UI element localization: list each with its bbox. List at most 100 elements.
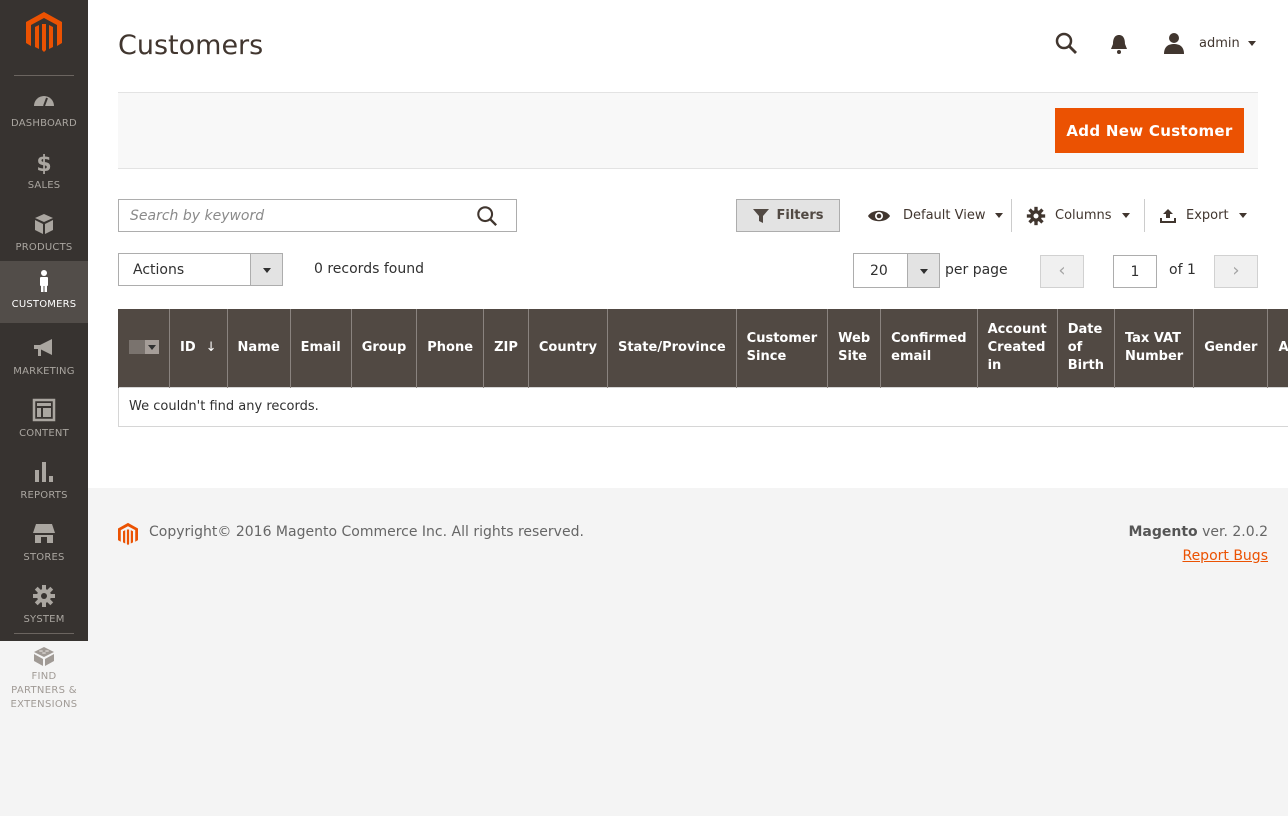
next-page-button[interactable]: ›	[1214, 255, 1258, 288]
columns-dropdown[interactable]: Columns	[1026, 199, 1130, 232]
gear-icon	[1026, 206, 1046, 225]
mass-actions-select[interactable]: Actions	[118, 253, 283, 286]
column-header-gender[interactable]: Gender	[1193, 309, 1269, 387]
column-header-tax-vat[interactable]: Tax VAT Number	[1113, 309, 1195, 387]
column-header-date-of-birth[interactable]: Date of Birth	[1056, 309, 1115, 387]
sidebar-item-content[interactable]: CONTENT	[0, 390, 88, 452]
copyright-text: Copyright© 2016 Magento Commerce Inc. Al…	[149, 524, 584, 540]
actions-toggle[interactable]	[250, 254, 282, 285]
empty-message: We couldn't find any records.	[117, 386, 1288, 427]
chevron-down-icon	[1238, 213, 1247, 218]
page-actions-bar: Add New Customer	[118, 92, 1258, 169]
sidebar-item-system[interactable]: SYSTEM	[0, 576, 88, 638]
actions-label: Actions	[133, 262, 185, 278]
sidebar-item-label: SALES	[27, 180, 61, 191]
per-page-label: per page	[945, 262, 1008, 278]
column-header-id[interactable]: ID ↓	[169, 309, 228, 387]
column-header-customer-since[interactable]: Customer Since	[735, 309, 829, 387]
column-header-confirmed-email[interactable]: Confirmed email	[880, 309, 978, 387]
chevron-down-icon	[1247, 40, 1256, 46]
sort-desc-icon: ↓	[205, 339, 217, 355]
sidebar-divider	[14, 633, 74, 634]
user-icon	[1164, 33, 1184, 54]
column-header-account-created-in[interactable]: Account Created in	[976, 309, 1058, 387]
column-header-country[interactable]: Country	[527, 309, 608, 387]
sidebar-item-products[interactable]: PRODUCTS	[0, 204, 88, 266]
partners-label-line: EXTENSIONS	[10, 699, 78, 710]
sidebar-item-stores[interactable]: STORES	[0, 514, 88, 576]
sidebar-item-customers[interactable]: CUSTOMERS	[0, 261, 88, 323]
report-bugs-link[interactable]: Report Bugs	[1182, 548, 1268, 564]
admin-sidebar: DASHBOARD $ SALES PRODUCTS CUSTOMERS MAR…	[0, 0, 88, 641]
column-header-group[interactable]: Group	[350, 309, 418, 387]
person-icon	[40, 270, 48, 292]
sidebar-item-marketing[interactable]: MARKETING	[0, 328, 88, 390]
search-icon[interactable]	[476, 205, 498, 227]
column-header-web-site[interactable]: Web Site	[827, 309, 882, 387]
previous-page-button[interactable]: ‹	[1040, 255, 1084, 288]
page-title: Customers	[118, 30, 264, 61]
layout-icon	[32, 398, 56, 422]
per-page-toggle[interactable]	[907, 254, 939, 287]
view-label: Default View	[903, 208, 986, 223]
version-number: ver. 2.0.2	[1197, 524, 1268, 540]
sidebar-item-label: MARKETING	[13, 366, 75, 377]
view-switcher-dropdown[interactable]: Default View	[867, 199, 1004, 232]
sidebar-item-label: CUSTOMERS	[11, 299, 77, 310]
empty-row: We couldn't find any records.	[117, 386, 1288, 427]
mass-select-checkbox[interactable]	[129, 340, 159, 355]
chevron-down-icon	[995, 213, 1004, 218]
column-header-phone[interactable]: Phone	[416, 309, 485, 387]
per-page-select[interactable]: 20	[853, 253, 940, 288]
grid-header-row: ID ↓ Name Email Group Phone ZIP Country S…	[118, 309, 1288, 387]
add-new-customer-button[interactable]: Add New Customer	[1055, 108, 1244, 153]
chevron-left-icon: ‹	[1058, 260, 1066, 281]
per-page-value: 20	[870, 263, 888, 279]
sidebar-item-label: SYSTEM	[23, 614, 65, 625]
current-page-input[interactable]	[1113, 255, 1157, 288]
filters-label: Filters	[776, 208, 824, 223]
search-input[interactable]	[119, 200, 469, 231]
column-header-action: Action	[1267, 309, 1288, 387]
storefront-icon	[33, 524, 55, 543]
export-label: Export	[1186, 208, 1229, 223]
sidebar-item-label: STORES	[23, 552, 65, 563]
partners-label-line: FIND	[31, 671, 57, 682]
sidebar-item-sales[interactable]: $ SALES	[0, 142, 88, 204]
sidebar-item-reports[interactable]: REPORTS	[0, 452, 88, 514]
sidebar-item-label: DASHBOARD	[11, 118, 77, 129]
chevron-down-icon	[1121, 213, 1130, 218]
box-icon	[35, 214, 53, 234]
column-header-email[interactable]: Email	[289, 309, 352, 387]
sidebar-divider	[14, 75, 74, 76]
megaphone-icon	[34, 339, 52, 356]
chevron-down-icon	[262, 267, 271, 273]
bar-chart-icon	[35, 462, 53, 482]
column-header-state[interactable]: State/Province	[606, 309, 737, 387]
column-header-zip[interactable]: ZIP	[483, 309, 529, 387]
total-pages-label: of 1	[1169, 262, 1196, 278]
sidebar-item-label: CONTENT	[19, 428, 69, 439]
global-search-icon[interactable]	[1054, 31, 1078, 55]
chevron-down-icon	[145, 340, 159, 355]
sidebar-item-dashboard[interactable]: DASHBOARD	[0, 80, 88, 142]
brand-name: Magento	[1128, 524, 1198, 540]
filters-button[interactable]: Filters	[736, 199, 840, 232]
magento-footer-logo-icon	[118, 522, 138, 546]
dollar-icon: $	[36, 152, 51, 174]
export-dropdown[interactable]: Export	[1159, 199, 1247, 232]
gear-icon	[33, 585, 55, 607]
toolbar-separator	[1011, 199, 1012, 232]
magento-logo-icon[interactable]	[26, 12, 62, 52]
columns-label: Columns	[1055, 208, 1112, 223]
upload-icon	[1160, 208, 1176, 223]
sidebar-item-label: PRODUCTS	[15, 242, 73, 253]
column-header-name[interactable]: Name	[226, 309, 291, 387]
notifications-bell-icon[interactable]	[1109, 33, 1129, 55]
sidebar-item-label: REPORTS	[20, 490, 68, 501]
version-info: Magento ver. 2.0.2	[1128, 524, 1268, 540]
admin-username: admin	[1199, 35, 1240, 51]
mass-select-header[interactable]	[118, 309, 170, 387]
keyword-search	[118, 199, 517, 232]
admin-user-menu[interactable]: admin	[1163, 31, 1256, 55]
